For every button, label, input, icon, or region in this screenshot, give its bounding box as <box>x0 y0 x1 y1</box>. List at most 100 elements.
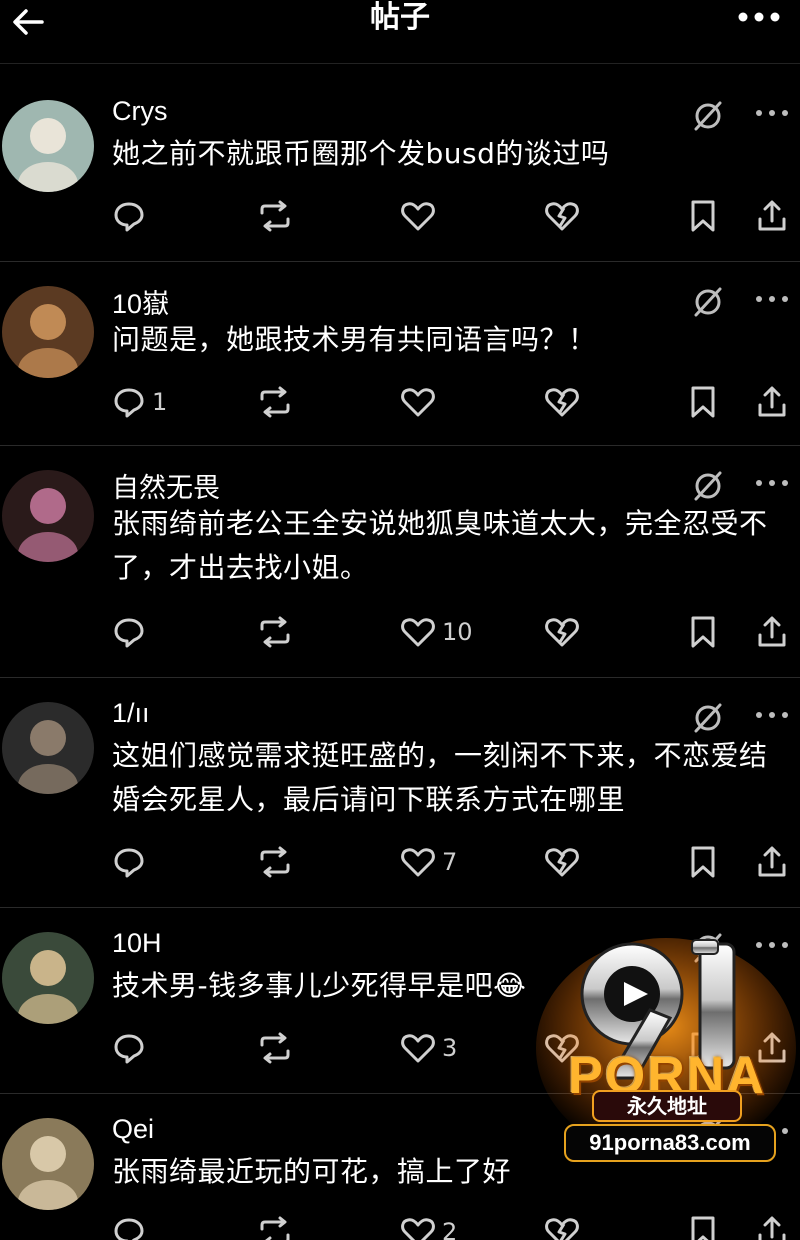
like-button[interactable]: 2 <box>400 1212 457 1240</box>
post-more-icon[interactable] <box>754 478 790 488</box>
share-icon <box>758 1216 786 1240</box>
avatar[interactable] <box>2 286 94 378</box>
username[interactable]: 1/ıı <box>112 698 150 729</box>
reply-count: 1 <box>152 388 168 416</box>
like-button[interactable]: 3 <box>400 1028 457 1068</box>
top-bar: 帖子 <box>0 0 800 64</box>
action-bar: 1 <box>112 382 792 422</box>
share-button[interactable] <box>756 1212 788 1240</box>
post-text: 她之前不就跟币圈那个发busd的谈过吗 <box>112 137 610 170</box>
avatar-image <box>2 702 94 794</box>
like-icon <box>401 202 435 231</box>
post-more-icon[interactable] <box>754 294 790 304</box>
dislike-button[interactable] <box>544 842 580 882</box>
bookmark-button[interactable] <box>688 612 718 652</box>
bookmark-icon <box>691 200 715 232</box>
reply-post[interactable]: 自然无畏 张雨绮前老公王全安说她狐臭味道太大，完全忍受不了，才出去找小姐。 10 <box>0 446 800 678</box>
avatar[interactable] <box>2 932 94 1024</box>
reply-icon <box>114 388 144 418</box>
username[interactable]: Qei <box>112 1114 154 1145</box>
bookmark-button[interactable] <box>688 842 718 882</box>
dislike-button[interactable] <box>544 1212 580 1240</box>
share-button[interactable] <box>756 842 788 882</box>
dislike-icon <box>545 1218 579 1240</box>
repost-button[interactable] <box>256 196 294 236</box>
more-icon[interactable] <box>736 6 782 28</box>
username[interactable]: 自然无畏 <box>112 466 220 505</box>
like-button[interactable] <box>400 196 442 236</box>
reply-post[interactable]: 1/ıı 这姐们感觉需求挺旺盛的，一刻闲不下来，不恋爱结婚会死星人，最后请问下联… <box>0 678 800 908</box>
reply-post[interactable]: 10嶽 问题是，她跟技术男有共同语言吗？！ 1 <box>0 262 800 446</box>
dislike-button[interactable] <box>544 382 580 422</box>
post-thread-screen: 帖子 Crys 她之前不就跟币圈那个发busd的谈过吗 10嶽 问题是，她跟技术… <box>0 0 800 1240</box>
like-count: 3 <box>442 1034 458 1062</box>
like-button[interactable]: 10 <box>400 612 473 652</box>
share-icon <box>758 846 786 877</box>
hidden-reply-icon[interactable] <box>690 284 726 320</box>
dislike-icon <box>545 202 579 231</box>
reply-button[interactable] <box>112 1212 152 1240</box>
avatar-image <box>2 470 94 562</box>
avatar[interactable] <box>2 1118 94 1210</box>
repost-button[interactable] <box>256 612 294 652</box>
avatar-image <box>2 286 94 378</box>
bookmark-icon <box>691 1216 715 1240</box>
share-icon <box>758 616 786 647</box>
repost-icon <box>260 846 290 878</box>
reply-icon <box>114 848 144 878</box>
avatar[interactable] <box>2 470 94 562</box>
hidden-reply-icon[interactable] <box>690 98 726 134</box>
bookmark-button[interactable] <box>688 1212 718 1240</box>
reply-icon <box>114 1034 144 1064</box>
repost-button[interactable] <box>256 1212 294 1240</box>
reply-button[interactable] <box>112 1028 152 1068</box>
like-icon <box>401 1034 435 1063</box>
repost-button[interactable] <box>256 382 294 422</box>
reply-post[interactable]: Crys 她之前不就跟币圈那个发busd的谈过吗 <box>0 76 800 262</box>
bookmark-icon <box>691 386 715 418</box>
like-icon <box>401 1218 435 1240</box>
bookmark-icon <box>691 846 715 878</box>
avatar[interactable] <box>2 702 94 794</box>
repost-icon <box>260 200 290 232</box>
bookmark-button[interactable] <box>688 196 718 236</box>
repost-icon <box>260 616 290 648</box>
reply-button[interactable] <box>112 612 152 652</box>
repost-button[interactable] <box>256 842 294 882</box>
like-count: 10 <box>442 618 473 646</box>
share-button[interactable] <box>756 382 788 422</box>
watermark-subtitle: 永久地址 <box>592 1090 742 1122</box>
bookmark-button[interactable] <box>688 382 718 422</box>
like-button[interactable]: 7 <box>400 842 457 882</box>
reply-button[interactable] <box>112 842 152 882</box>
page-title: 帖子 <box>370 0 430 35</box>
repost-icon <box>260 386 290 418</box>
post-more-icon[interactable] <box>754 108 790 118</box>
like-count: 7 <box>442 848 458 876</box>
post-text: 张雨绮前老公王全安说她狐臭味道太大，完全忍受不了，才出去找小姐。 <box>112 507 768 584</box>
avatar[interactable] <box>2 100 94 192</box>
repost-button[interactable] <box>256 1028 294 1068</box>
like-icon <box>401 388 435 417</box>
watermark-logo: PORNA 永久地址 91porna83.com <box>532 928 800 1196</box>
reply-button[interactable]: 1 <box>112 382 167 422</box>
post-more-icon[interactable] <box>754 710 790 720</box>
share-button[interactable] <box>756 196 788 236</box>
share-button[interactable] <box>756 612 788 652</box>
reply-icon <box>114 202 144 232</box>
hidden-reply-icon[interactable] <box>690 700 726 736</box>
avatar-image <box>2 932 94 1024</box>
repost-icon <box>260 1216 290 1240</box>
share-icon <box>758 200 786 231</box>
dislike-button[interactable] <box>544 612 580 652</box>
reply-icon <box>114 1218 144 1240</box>
username[interactable]: 10嶽 <box>112 282 169 321</box>
like-button[interactable] <box>400 382 442 422</box>
dislike-icon <box>545 388 579 417</box>
hidden-reply-icon[interactable] <box>690 468 726 504</box>
username[interactable]: 10H <box>112 928 162 959</box>
reply-button[interactable] <box>112 196 152 236</box>
avatar-image <box>2 1118 94 1210</box>
username[interactable]: Crys <box>112 96 168 127</box>
dislike-button[interactable] <box>544 196 580 236</box>
